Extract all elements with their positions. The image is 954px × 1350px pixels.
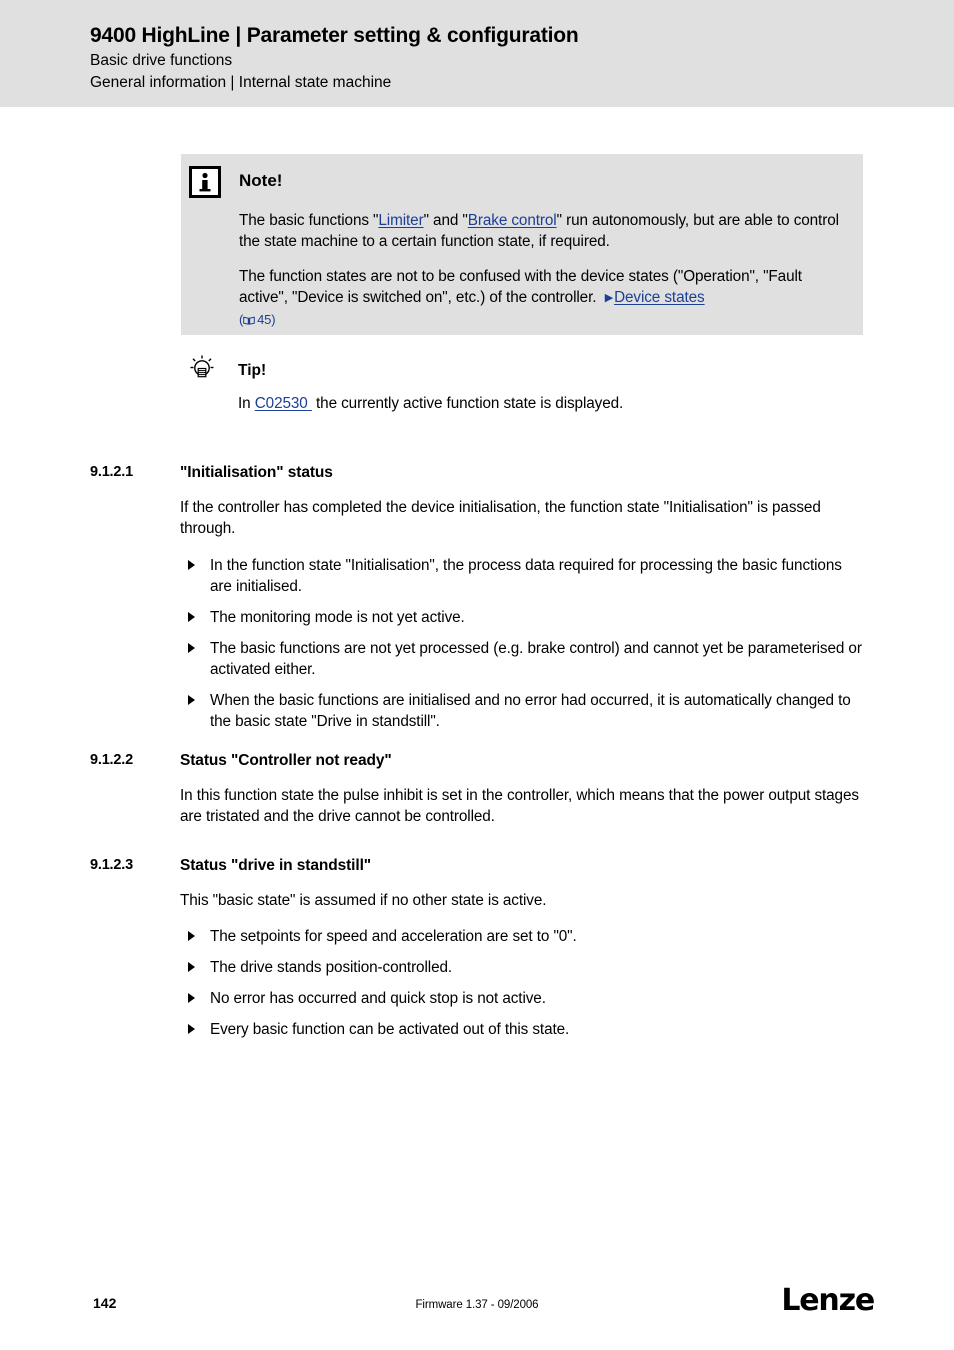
- note-p1-text-a: The basic functions ": [239, 212, 379, 229]
- device-states-link[interactable]: Device states: [614, 289, 705, 306]
- section-body-9-1-2-2: In this function state the pulse inhibit…: [180, 785, 865, 827]
- list-item-text: The monitoring mode is not yet active.: [210, 609, 465, 626]
- tip-text-after: the currently active function state is d…: [316, 395, 624, 412]
- page-title: 9400 HighLine | Parameter setting & conf…: [90, 24, 579, 47]
- list-item-text: The setpoints for speed and acceleration…: [210, 928, 577, 945]
- note-paragraph-1: The basic functions "Limiter" and "Brake…: [239, 210, 851, 252]
- book-icon: [243, 310, 255, 325]
- page-cross-reference-number: 45: [257, 311, 272, 327]
- limiter-link[interactable]: Limiter: [378, 212, 423, 229]
- section-heading-9-1-2-2: Status "Controller not ready": [180, 752, 392, 769]
- c02530-parameter-link[interactable]: C02530: [255, 395, 308, 412]
- info-icon: [189, 166, 221, 198]
- c02530-link-trailing-space: [308, 395, 312, 412]
- triangle-bullet-icon: [188, 993, 195, 1003]
- triangle-bullet-icon: [188, 931, 195, 941]
- note-body: The basic functions "Limiter" and "Brake…: [239, 210, 851, 330]
- section-number-9-1-2-1: 9.1.2.1: [90, 464, 133, 480]
- tip-title: Tip!: [238, 362, 267, 379]
- note-p1-text-b: " and ": [423, 212, 468, 229]
- tip-text: In C02530 the currently active function …: [238, 393, 623, 414]
- list-item: When the basic functions are initialised…: [180, 690, 865, 732]
- page-header-text-group: 9400 HighLine | Parameter setting & conf…: [90, 22, 579, 94]
- section-paragraph: In this function state the pulse inhibit…: [180, 787, 859, 825]
- list-item: The setpoints for speed and acceleration…: [180, 926, 865, 947]
- tip-text-before: In: [238, 395, 251, 412]
- triangle-bullet-icon: [188, 962, 195, 972]
- lenze-logo: Lenze: [781, 1283, 875, 1318]
- section-bullet-list-9-1-2-1: In the function state "Initialisation", …: [180, 555, 865, 732]
- section-paragraph: This "basic state" is assumed if no othe…: [180, 892, 547, 909]
- section-body-9-1-2-1: If the controller has completed the devi…: [180, 497, 865, 732]
- triangle-bullet-icon: [188, 1024, 195, 1034]
- triangle-bullet-icon: [188, 560, 195, 570]
- section-paragraph: If the controller has completed the devi…: [180, 499, 821, 537]
- triangle-right-icon: ▶: [604, 291, 614, 304]
- lightbulb-icon: [185, 354, 219, 386]
- section-body-9-1-2-3: This "basic state" is assumed if no othe…: [180, 890, 865, 1040]
- list-item-text: The drive stands position-controlled.: [210, 959, 453, 976]
- list-item: Every basic function can be activated ou…: [180, 1019, 865, 1040]
- note-title: Note!: [239, 171, 283, 190]
- list-item-text: In the function state "Initialisation", …: [210, 557, 842, 595]
- list-item-text: The basic functions are not yet processe…: [210, 640, 862, 678]
- list-item-text: No error has occurred and quick stop is …: [210, 990, 546, 1007]
- note-paragraph-2: The function states are not to be confus…: [239, 266, 851, 330]
- page-cross-reference[interactable]: (45): [239, 310, 276, 327]
- list-item: The drive stands position-controlled.: [180, 957, 865, 978]
- list-item-text: When the basic functions are initialised…: [210, 692, 851, 730]
- section-number-9-1-2-2: 9.1.2.2: [90, 752, 133, 768]
- note-callout-box: Note! The basic functions "Limiter" and …: [181, 154, 863, 335]
- page-subtitle-chapter: Basic drive functions: [90, 52, 233, 69]
- section-bullet-list-9-1-2-3: The setpoints for speed and acceleration…: [180, 926, 865, 1040]
- triangle-bullet-icon: [188, 695, 195, 705]
- list-item: No error has occurred and quick stop is …: [180, 988, 865, 1009]
- page-header-band: 9400 HighLine | Parameter setting & conf…: [0, 0, 954, 107]
- list-item-text: Every basic function can be activated ou…: [210, 1021, 570, 1038]
- section-heading-9-1-2-1: "Initialisation" status: [180, 464, 333, 481]
- section-number-9-1-2-3: 9.1.2.3: [90, 857, 133, 873]
- note-p2-text: The function states are not to be confus…: [239, 268, 802, 306]
- list-item: In the function state "Initialisation", …: [180, 555, 865, 597]
- triangle-bullet-icon: [188, 612, 195, 622]
- triangle-bullet-icon: [188, 643, 195, 653]
- section-heading-9-1-2-3: Status "drive in standstill": [180, 857, 372, 874]
- page-subtitle-breadcrumb: General information | Internal state mac…: [90, 74, 392, 91]
- brake-control-link[interactable]: Brake control: [468, 212, 557, 229]
- list-item: The basic functions are not yet processe…: [180, 638, 865, 680]
- list-item: The monitoring mode is not yet active.: [180, 607, 865, 628]
